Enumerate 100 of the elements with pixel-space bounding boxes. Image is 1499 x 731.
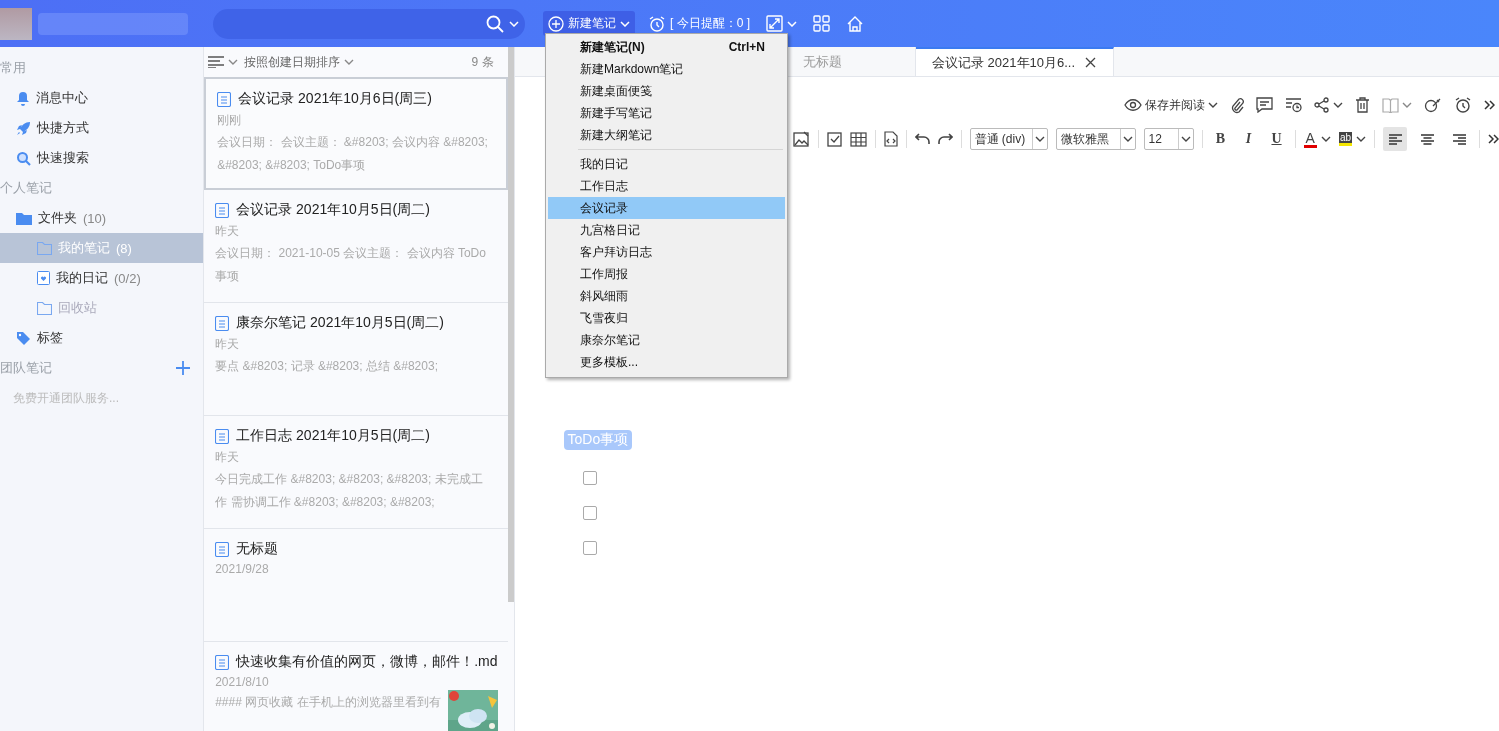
- menu-item[interactable]: 客户拜访日志: [548, 241, 785, 263]
- folder-icon: [37, 301, 52, 315]
- note-icon: [215, 428, 230, 444]
- align-center-icon: [1420, 133, 1434, 145]
- expand-icon: [766, 15, 783, 32]
- caret-icon: [1356, 136, 1366, 142]
- menu-item[interactable]: 新建大纲笔记: [548, 124, 785, 146]
- align-button[interactable]: [1383, 127, 1407, 151]
- note-title: 无标题: [236, 540, 279, 558]
- table-icon: [849, 131, 867, 147]
- note-card[interactable]: 工作日志 2021年10月5日(周二) 昨天 今日完成工作 &#8203; &#8203; &#8203; 未完成工作 需协调工作 &#8203; &#8203; &#8203;: [204, 416, 508, 529]
- note-card[interactable]: 会议记录 2021年10月6日(周三) 刚刚 会议日期： 会议主题： &#8203; 会议内容 &#8203; &#8203; &#8203; ToDo事项: [204, 77, 508, 190]
- note-title: 康奈尔笔记 2021年10月5日(周二): [236, 314, 444, 332]
- menu-item[interactable]: 会议记录: [548, 197, 785, 219]
- menu-item[interactable]: 工作周报: [548, 263, 785, 285]
- sidebar-item[interactable]: 标签: [0, 323, 204, 353]
- sidebar-item[interactable]: 我的日记 (0/2): [0, 263, 204, 293]
- brush-icon: [1424, 97, 1442, 113]
- redo-button[interactable]: [937, 133, 953, 145]
- sidebar-item[interactable]: 快捷方式: [0, 113, 204, 143]
- comment-button[interactable]: [1256, 97, 1273, 113]
- add-icon: [175, 360, 192, 376]
- redo-icon: [937, 133, 953, 145]
- grid-icon: [813, 15, 830, 32]
- note-card[interactable]: 快速收集有价值的网页，微博，邮件！.md 2021/8/10 #### 网页收藏 在手机上的浏览器里看到有: [204, 642, 508, 731]
- share-icon: [1314, 97, 1330, 113]
- note-card[interactable]: 无标题 2021/9/28: [204, 529, 508, 642]
- menu-item[interactable]: 更多模板...: [548, 351, 785, 373]
- plus-icon: [548, 15, 564, 32]
- menu-item[interactable]: 新建手写笔记: [548, 102, 785, 124]
- history-icon: [1285, 97, 1302, 113]
- trash-icon: [1355, 97, 1370, 113]
- history-button[interactable]: [1285, 97, 1302, 113]
- note-snippet: 会议日期： 会议主题： &#8203; 会议内容 &#8203; &#8203; &#8203; ToDo事项: [217, 134, 489, 174]
- menu-item[interactable]: 斜风细雨: [548, 285, 785, 307]
- image-icon: [792, 131, 810, 147]
- format-button[interactable]: B: [1210, 131, 1231, 147]
- attach-button[interactable]: [1230, 96, 1244, 114]
- caret-icon: [1402, 102, 1412, 108]
- sort-button[interactable]: 按照创建日期排序: [244, 53, 355, 71]
- insert-checkbox-button[interactable]: [826, 131, 842, 147]
- menu-item[interactable]: 新建桌面便笺: [548, 80, 785, 102]
- close-icon: [1085, 57, 1097, 68]
- checkbox-icon: [826, 131, 842, 147]
- insert-image-button[interactable]: [792, 131, 810, 147]
- note-card[interactable]: 康奈尔笔记 2021年10月5日(周二) 昨天 要点 &#8203; 记录 &#8203; 总结 &#8203;: [204, 303, 508, 416]
- font-color-button[interactable]: A: [1303, 130, 1331, 148]
- note-card[interactable]: 会议记录 2021年10月5日(周二) 昨天 会议日期： 2021-10-05 会议主题： 会议内容 ToDo 事项: [204, 190, 508, 303]
- note-icon: [215, 315, 230, 331]
- menu-item[interactable]: 飞雪夜归: [548, 307, 785, 329]
- folder-icon: [16, 211, 32, 225]
- share-button[interactable]: [1314, 97, 1343, 113]
- dropdown-select[interactable]: 微软雅黑: [1055, 128, 1136, 150]
- home-icon: [846, 14, 864, 33]
- tag-icon: [16, 330, 31, 346]
- team-hint: 免费开通团队服务...: [12, 389, 120, 407]
- note-icon: [217, 91, 232, 107]
- insert-code-button[interactable]: [883, 131, 898, 147]
- note-tab[interactable]: 会议记录 2021年10月6...: [915, 47, 1114, 76]
- todo-checkbox[interactable]: [582, 541, 597, 555]
- undo-button[interactable]: [914, 133, 930, 145]
- align-right-icon: [1452, 133, 1466, 145]
- note-title: 会议记录 2021年10月5日(周二): [236, 201, 430, 219]
- format-button[interactable]: I: [1238, 131, 1259, 147]
- reminder-button[interactable]: [ 今日提醒：0 ]: [643, 10, 755, 37]
- more-icon: [1484, 100, 1495, 110]
- format-button[interactable]: U: [1266, 131, 1287, 147]
- reminder-button[interactable]: [1454, 96, 1472, 114]
- todo-checkbox[interactable]: [582, 471, 597, 485]
- note-title: 快速收集有价值的网页，微博，邮件！.md: [236, 653, 498, 671]
- caret-icon: [1180, 136, 1191, 142]
- sidebar-item[interactable]: 文件夹 (10): [0, 203, 204, 233]
- todo-checkbox[interactable]: [582, 506, 597, 520]
- note-title: 会议记录 2021年10月6日(周三): [238, 90, 432, 108]
- note-time: 2021/8/10: [215, 675, 270, 689]
- insert-table-button[interactable]: [849, 131, 867, 147]
- menu-item[interactable]: 康奈尔笔记: [548, 329, 785, 351]
- menu-item[interactable]: 我的日记: [548, 153, 785, 175]
- delete-button[interactable]: [1355, 97, 1370, 113]
- dropdown-select[interactable]: 12: [1143, 128, 1194, 150]
- more-button[interactable]: [1484, 100, 1495, 110]
- view-mode-button[interactable]: [208, 56, 239, 68]
- more-button[interactable]: [1488, 134, 1499, 144]
- style-button[interactable]: [1424, 97, 1442, 113]
- search-field[interactable]: [213, 8, 525, 39]
- diary-icon: [37, 271, 50, 285]
- note-snippet: 今日完成工作 &#8203; &#8203; &#8203; 未完成工作 需协调工作 &#8203; &#8203; &#8203;: [215, 471, 484, 511]
- sidebar-item[interactable]: 快速搜索: [0, 143, 204, 173]
- item-count: (8): [116, 240, 132, 256]
- paperclip-icon: [1230, 96, 1244, 114]
- section-title: 个人笔记: [0, 179, 52, 197]
- save-and-read-button[interactable]: 保存并阅读: [1124, 96, 1218, 114]
- menu-item[interactable]: 九宫格日记: [548, 219, 785, 241]
- item-count: (0/2): [114, 270, 141, 286]
- scrollbar[interactable]: [507, 47, 514, 602]
- menu-item[interactable]: 工作日志: [548, 175, 785, 197]
- comment-icon: [1256, 97, 1273, 113]
- dropdown-select[interactable]: 普通 (div): [969, 128, 1048, 150]
- add-button[interactable]: [175, 360, 192, 376]
- sidebar-item[interactable]: 消息中心: [0, 83, 204, 113]
